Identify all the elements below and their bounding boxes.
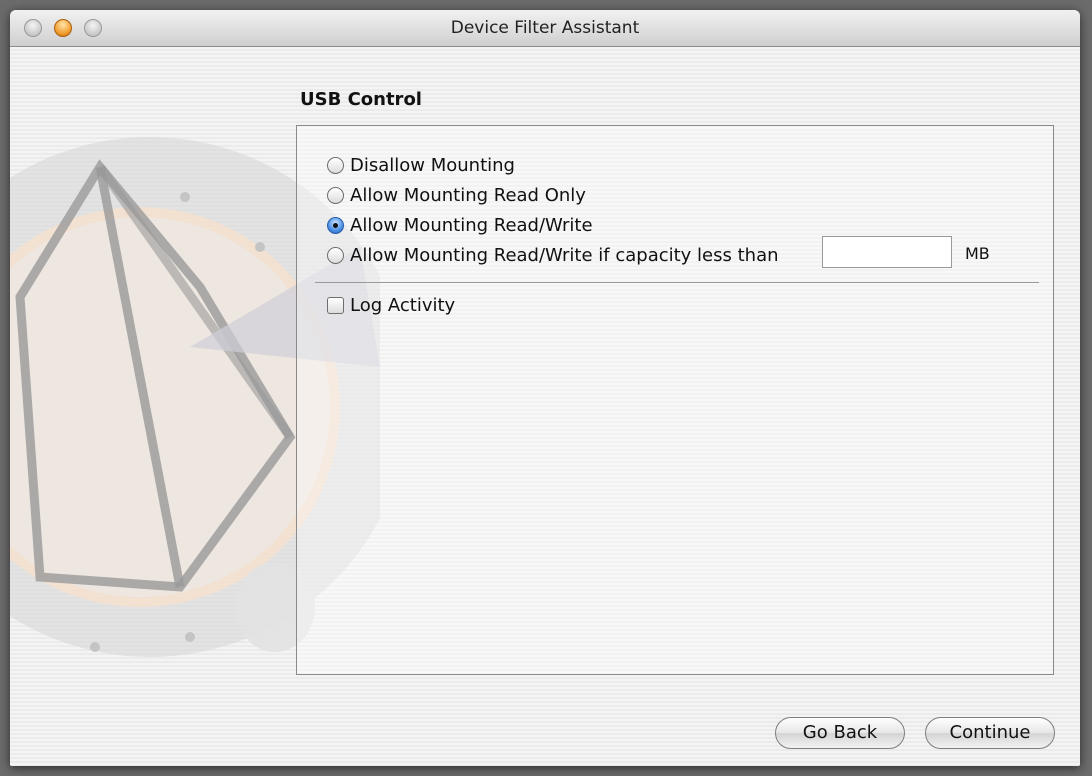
option-label: Disallow Mounting: [350, 154, 515, 176]
continue-button[interactable]: Continue: [925, 717, 1055, 749]
capacity-input[interactable]: [822, 236, 952, 268]
checkbox-icon[interactable]: [327, 296, 344, 314]
option-label: Allow Mounting Read Only: [350, 184, 586, 206]
title-bar[interactable]: Device Filter Assistant: [10, 10, 1080, 47]
option-allow-read-write[interactable]: Allow Mounting Read/Write: [327, 212, 593, 238]
option-allow-read-only[interactable]: Allow Mounting Read Only: [327, 182, 586, 208]
log-activity-option[interactable]: Log Activity: [327, 292, 455, 318]
radio-icon[interactable]: [327, 156, 344, 174]
log-activity-label: Log Activity: [350, 294, 456, 316]
radio-selected-icon[interactable]: [327, 216, 344, 234]
option-label: Allow Mounting Read/Write if capacity le…: [350, 244, 779, 266]
option-label: Allow Mounting Read/Write: [350, 214, 593, 236]
option-allow-read-write-capacity[interactable]: Allow Mounting Read/Write if capacity le…: [327, 242, 779, 268]
go-back-button[interactable]: Go Back: [775, 717, 905, 749]
divider: [315, 282, 1039, 283]
options-panel: Disallow Mounting Allow Mounting Read On…: [296, 125, 1054, 675]
option-disallow-mounting[interactable]: Disallow Mounting: [327, 152, 515, 178]
capacity-unit-label: MB: [965, 244, 990, 263]
radio-icon[interactable]: [327, 186, 344, 204]
radio-icon[interactable]: [327, 246, 344, 264]
window-title: Device Filter Assistant: [450, 18, 640, 38]
assistant-window: Device Filter Assistant USB Control Disa…: [10, 10, 1080, 766]
section-title: USB Control: [300, 89, 422, 110]
window-content: USB Control Disallow Mounting Allow Moun…: [10, 47, 1080, 766]
